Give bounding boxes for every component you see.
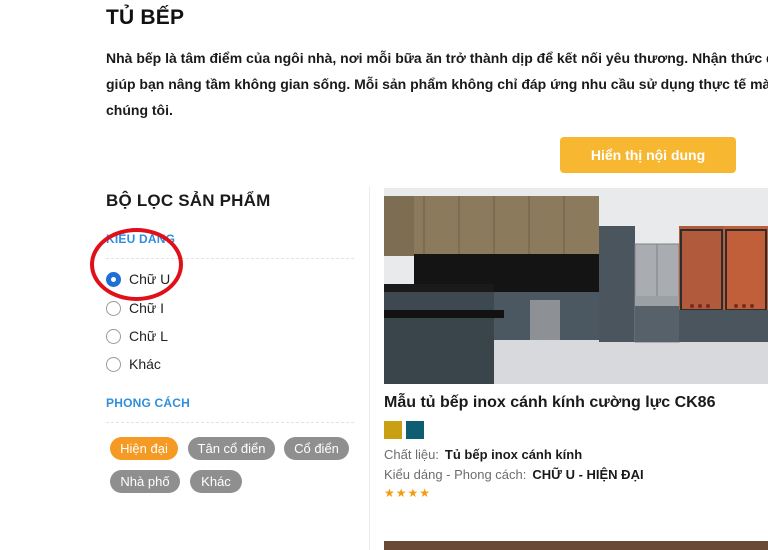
intro-line: giúp bạn nâng tầm không gian sống. Mỗi s… [106, 76, 768, 92]
next-product-image[interactable] [384, 541, 768, 550]
show-content-button[interactable]: Hiển thị nội dung [560, 137, 736, 173]
radio-shape-l[interactable]: Chữ L [106, 328, 168, 344]
intro-text: Nhà bếp là tâm điểm của ngôi nhà, nơi mỗ… [106, 45, 768, 123]
radio-label: Chữ U [129, 271, 171, 287]
product-material: Chất liệu: Tủ bếp inox cánh kính [384, 447, 582, 462]
page-title: TỦ BẾP [106, 6, 185, 29]
radio-unchecked-icon[interactable] [106, 328, 121, 344]
radio-label: Chữ L [129, 328, 168, 344]
tag-style-classic[interactable]: Cổ điển [284, 437, 349, 460]
intro-line: chúng tôi. [106, 102, 173, 118]
divider [106, 258, 354, 259]
product-style: Kiểu dáng - Phong cách: CHỮ U - HIỆN ĐẠI [384, 467, 644, 482]
style-filter-label: PHONG CÁCH [106, 396, 191, 410]
product-name[interactable]: Mẫu tủ bếp inox cánh kính cường lực CK86 [384, 394, 715, 412]
tag-style-townhouse[interactable]: Nhà phố [110, 470, 180, 493]
tag-style-neoclassic[interactable]: Tân cổ điển [188, 437, 275, 460]
radio-shape-other[interactable]: Khác [106, 356, 161, 372]
style-value: CHỮ U - HIỆN ĐẠI [532, 467, 644, 482]
style-label: Kiểu dáng - Phong cách: [384, 467, 527, 482]
product-image[interactable] [384, 188, 768, 384]
radio-label: Khác [129, 356, 161, 372]
intro-line: Nhà bếp là tâm điểm của ngôi nhà, nơi mỗ… [106, 50, 768, 66]
radio-label: Chữ I [129, 300, 165, 316]
radio-checked-icon[interactable] [106, 271, 121, 287]
column-divider [369, 186, 370, 550]
divider [106, 422, 354, 423]
material-value: Tủ bếp inox cánh kính [444, 447, 583, 462]
radio-shape-u[interactable]: Chữ U [106, 271, 170, 287]
material-label: Chất liệu: [384, 447, 439, 462]
radio-unchecked-icon[interactable] [106, 300, 121, 316]
color-swatch-teal[interactable] [406, 421, 424, 439]
shape-filter-label: KIỂU DÁNG [106, 232, 176, 246]
filter-title: BỘ LỌC SẢN PHẨM [106, 191, 271, 210]
rating-stars: ★★★★ [384, 486, 432, 500]
radio-shape-i[interactable]: Chữ I [106, 300, 164, 316]
tag-style-modern[interactable]: Hiện đại [110, 437, 178, 460]
radio-unchecked-icon[interactable] [106, 356, 121, 372]
kitchen-illustration [384, 188, 768, 384]
color-swatch-gold[interactable] [384, 421, 402, 439]
tag-style-other[interactable]: Khác [190, 470, 242, 493]
